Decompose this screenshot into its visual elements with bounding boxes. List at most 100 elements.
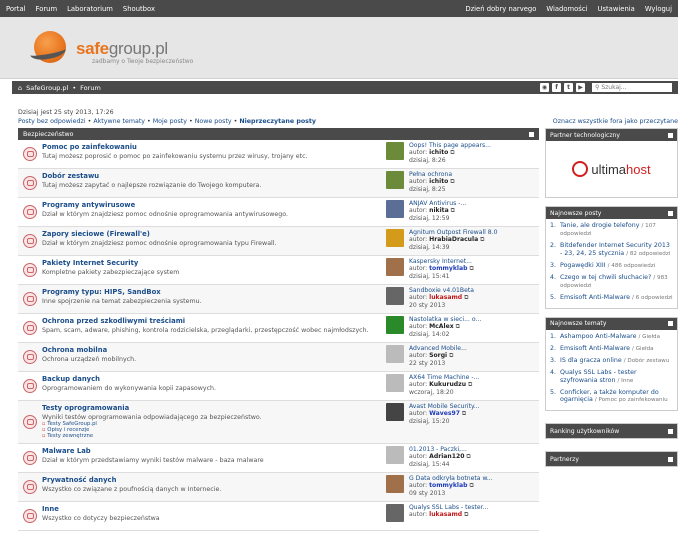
author-link[interactable]: ichito xyxy=(429,149,448,156)
last-post-title-link[interactable]: Kaspersky Internet... xyxy=(409,258,474,265)
avatar[interactable] xyxy=(386,475,404,493)
author-link[interactable]: tommyklab xyxy=(429,482,467,489)
partner-banner[interactable]: ultimahost xyxy=(546,141,677,197)
site-brand[interactable]: safegroup.pl xyxy=(76,39,168,59)
author-link[interactable]: Kukurudzu xyxy=(429,381,466,388)
avatar[interactable] xyxy=(386,142,404,160)
latest-post-link[interactable]: Czego w tej chwili słuchacie? xyxy=(560,274,651,281)
author-link[interactable]: Sorgi xyxy=(429,352,447,359)
avatar[interactable] xyxy=(386,171,404,189)
link-unread[interactable]: Nieprzeczytane posty xyxy=(239,118,316,125)
last-post-title-link[interactable]: Agnitum Outpost Firewall 8.0 xyxy=(409,229,497,236)
forum-title-link[interactable]: Programy antywirusowe xyxy=(42,201,386,209)
nav-messages[interactable]: Wiadomości xyxy=(546,5,587,13)
last-post-title-link[interactable]: Nastolatka w sieci... o... xyxy=(409,316,481,323)
avatar[interactable] xyxy=(386,446,404,464)
link-new-posts[interactable]: Nowe posty xyxy=(195,118,232,125)
search-input[interactable]: ⚲ Szukaj... xyxy=(592,83,672,92)
goto-post-icon[interactable]: ⧉ xyxy=(464,294,468,301)
tumblr-icon[interactable]: t xyxy=(564,83,573,92)
avatar[interactable] xyxy=(386,229,404,247)
mark-all-read-link[interactable]: Oznacz wszystkie fora jako przeczytane xyxy=(553,118,678,125)
goto-post-icon[interactable]: ⧉ xyxy=(480,236,484,243)
forum-title-link[interactable]: Ochrona przed szkodliwymi treściami xyxy=(42,317,386,325)
author-link[interactable]: nikita xyxy=(429,207,449,214)
last-post-title-link[interactable]: Pełna ochrona xyxy=(409,171,455,178)
avatar[interactable] xyxy=(386,200,404,218)
latest-post-link[interactable]: Tanie, ale drogie telefony xyxy=(560,222,639,229)
last-post-title-link[interactable]: AX64 Time Machine -... xyxy=(409,374,479,381)
author-link[interactable]: McAlex xyxy=(429,323,454,330)
nav-shoutbox[interactable]: Shoutbox xyxy=(123,5,155,13)
goto-post-icon[interactable]: ⧉ xyxy=(451,207,455,214)
last-post-title-link[interactable]: Sandboxie v4.01Beta xyxy=(409,287,474,294)
nav-logout[interactable]: Wyloguj xyxy=(645,5,672,13)
forum-title-link[interactable]: Programy typu: HIPS, SandBox xyxy=(42,288,386,296)
goto-post-icon[interactable]: ⧉ xyxy=(468,381,472,388)
goto-post-icon[interactable]: ⧉ xyxy=(450,178,454,185)
nav-laboratorium[interactable]: Laboratorium xyxy=(67,5,113,13)
author-link[interactable]: Adrian120 xyxy=(429,453,464,460)
goto-post-icon[interactable]: ⧉ xyxy=(456,323,460,330)
avatar[interactable] xyxy=(386,287,404,305)
forum-title-link[interactable]: Malware Lab xyxy=(42,447,386,455)
author-link[interactable]: Waves97 xyxy=(429,410,460,417)
last-post-title-link[interactable]: 01.2013 - Paczki,... xyxy=(409,446,471,453)
collapse-icon[interactable] xyxy=(668,132,673,138)
forum-title-link[interactable]: Pakiety Internet Security xyxy=(42,259,386,267)
partners-header[interactable]: Partnerzy xyxy=(546,452,677,467)
category-title[interactable]: Bezpieczeństwo xyxy=(23,131,74,138)
avatar[interactable] xyxy=(386,403,404,421)
nav-portal[interactable]: Portal xyxy=(6,5,26,13)
forum-title-link[interactable]: Dobór zestawu xyxy=(42,172,386,180)
greeting-user[interactable]: Dzień dobry narvego xyxy=(465,5,536,13)
latest-post-link[interactable]: Emsisoft Anti-Malware xyxy=(560,294,630,301)
goto-post-icon[interactable]: ⧉ xyxy=(466,453,470,460)
avatar[interactable] xyxy=(386,374,404,392)
forum-title-link[interactable]: Ochrona mobilna xyxy=(42,346,386,354)
avatar[interactable] xyxy=(386,258,404,276)
collapse-icon[interactable] xyxy=(529,131,534,137)
forum-title-link[interactable]: Testy oprogramowania xyxy=(42,404,386,412)
collapse-icon[interactable] xyxy=(668,321,673,327)
latest-post-link[interactable]: Pogawędki XIII xyxy=(560,262,606,269)
last-post-title-link[interactable]: Oops! This page appears... xyxy=(409,142,491,149)
author-link[interactable]: HrabiaDracula xyxy=(429,236,478,243)
goto-post-icon[interactable]: ⧉ xyxy=(450,149,454,156)
forum-title-link[interactable]: Inne xyxy=(42,505,386,513)
forum-title-link[interactable]: Pomoc po zainfekowaniu xyxy=(42,143,386,151)
avatar[interactable] xyxy=(386,504,404,522)
last-post-title-link[interactable]: G Data odkryła botneta w... xyxy=(409,475,493,482)
last-post-title-link[interactable]: Avast Mobile Security... xyxy=(409,403,480,410)
goto-post-icon[interactable]: ⧉ xyxy=(449,352,453,359)
forum-title-link[interactable]: Zapory sieciowe (Firewall'e) xyxy=(42,230,386,238)
breadcrumb-forum[interactable]: Forum xyxy=(80,84,101,92)
goto-post-icon[interactable]: ⧉ xyxy=(464,511,468,518)
author-link[interactable]: lukasamd xyxy=(429,511,462,518)
subforum-link[interactable]: Testy zewnętrzne xyxy=(42,433,386,439)
nav-settings[interactable]: Ustawienia xyxy=(597,5,634,13)
last-post-title-link[interactable]: Qualys SSL Labs - tester... xyxy=(409,504,488,511)
latest-topic-link[interactable]: Emsisoft Anti-Malware xyxy=(560,345,630,352)
avatar[interactable] xyxy=(386,345,404,363)
last-post-title-link[interactable]: Advanced Mobile... xyxy=(409,345,467,352)
collapse-icon[interactable] xyxy=(668,210,673,216)
author-link[interactable]: lukasamd xyxy=(429,294,462,301)
link-unanswered[interactable]: Posty bez odpowiedzi xyxy=(18,118,86,125)
home-icon[interactable]: ⌂ xyxy=(18,84,22,92)
site-logo-icon[interactable] xyxy=(29,29,68,67)
link-active[interactable]: Aktywne tematy xyxy=(93,118,145,125)
facebook-icon[interactable]: f xyxy=(552,83,561,92)
goto-post-icon[interactable]: ⧉ xyxy=(469,265,473,272)
latest-topic-link[interactable]: IS dla gracza online xyxy=(560,357,622,364)
last-post-title-link[interactable]: ANJAV Antivirus -... xyxy=(409,200,466,207)
goto-post-icon[interactable]: ⧉ xyxy=(469,482,473,489)
expand-icon[interactable] xyxy=(668,456,673,462)
forum-title-link[interactable]: Backup danych xyxy=(42,375,386,383)
breadcrumb-home[interactable]: SafeGroup.pl xyxy=(26,84,68,92)
latest-topic-link[interactable]: Ashampoo Anti-Malware xyxy=(560,333,636,340)
rss-icon[interactable]: ◉ xyxy=(540,83,549,92)
link-my-posts[interactable]: Moje posty xyxy=(153,118,187,125)
goto-post-icon[interactable]: ⧉ xyxy=(462,410,466,417)
youtube-icon[interactable]: ▶ xyxy=(576,83,585,92)
